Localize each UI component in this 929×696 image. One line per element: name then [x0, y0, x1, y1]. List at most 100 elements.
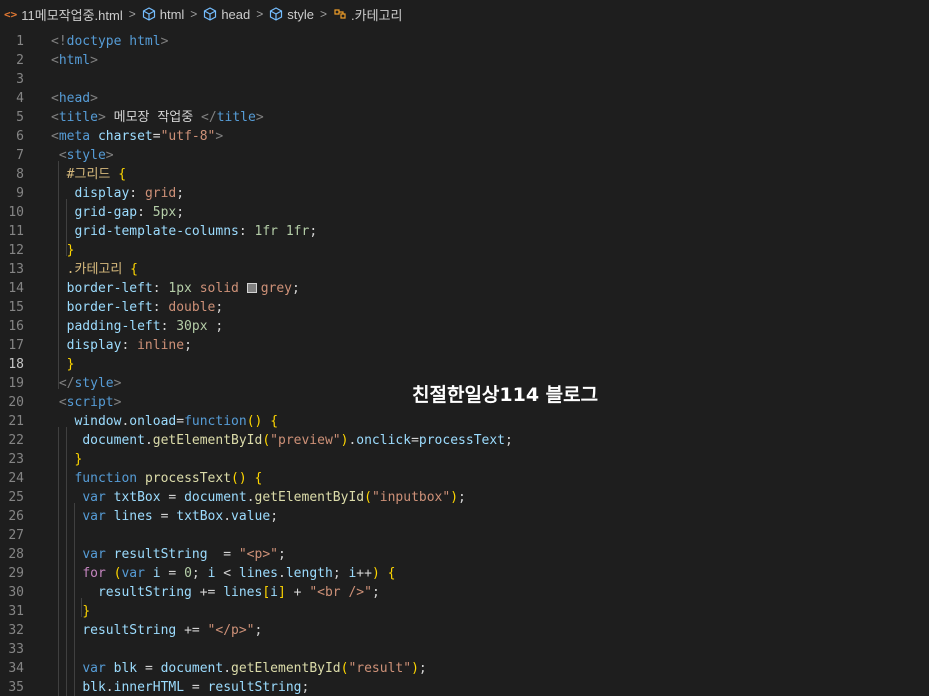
line-number: 34: [8, 661, 24, 676]
chevron-right-icon: >: [190, 7, 198, 21]
line-number: 21: [8, 414, 24, 429]
line-number: 16: [8, 319, 24, 334]
code-line[interactable]: 17 display: inline;: [0, 336, 929, 355]
code-line[interactable]: 6 <meta charset="utf-8">: [0, 127, 929, 146]
code-line[interactable]: 8 #그리드 {: [0, 165, 929, 184]
code-line[interactable]: 9 display: grid;: [0, 184, 929, 203]
code-text: <!doctype html>: [51, 34, 169, 49]
line-number: 22: [8, 433, 24, 448]
line-number: 11: [8, 224, 24, 239]
code-text: }: [74, 452, 83, 467]
code-text: function processText() {: [74, 471, 263, 486]
code-line[interactable]: 30 resultString += lines[i] + "<br />";: [0, 583, 929, 602]
line-number: 13: [8, 262, 24, 277]
line-number: 15: [8, 300, 24, 315]
code-line[interactable]: 32 resultString += "</p>";: [0, 621, 929, 640]
line-number: 31: [8, 604, 24, 619]
code-line[interactable]: 23 }: [0, 450, 929, 469]
code-text: </style>: [58, 376, 122, 391]
code-line[interactable]: 16 padding-left: 30px ;: [0, 317, 929, 336]
code-line[interactable]: 2 <html>: [0, 51, 929, 70]
code-text: var blk = document.getElementById("resul…: [82, 661, 427, 676]
breadcrumb-file[interactable]: <> 11메모작업중.html: [4, 5, 123, 24]
line-number: 4: [16, 91, 24, 106]
code-line[interactable]: 14 border-left: 1px solid grey;: [0, 279, 929, 298]
line-number: 28: [8, 547, 24, 562]
code-text: var txtBox = document.getElementById("in…: [82, 490, 466, 505]
line-number: 10: [8, 205, 24, 220]
code-line[interactable]: 28 var resultString = "<p>";: [0, 545, 929, 564]
cube-icon: [142, 7, 155, 21]
cube-icon: [204, 7, 217, 21]
breadcrumb-item-label: head: [221, 6, 251, 22]
line-number: 27: [8, 528, 24, 543]
code-line[interactable]: 4 <head>: [0, 89, 929, 108]
line-number: 24: [8, 471, 24, 486]
breadcrumb-item-style[interactable]: style: [269, 7, 314, 22]
line-number: 1: [16, 34, 24, 49]
chevron-right-icon: >: [319, 7, 327, 21]
code-text: grid-gap: 5px;: [74, 205, 185, 220]
code-text: border-left: double;: [66, 300, 224, 315]
code-line[interactable]: 33: [0, 640, 929, 659]
code-editor[interactable]: 1 <!doctype html> 2 <html> 3 4 <head> 5 <title> …: [0, 28, 929, 696]
code-text: grid-template-columns: 1fr 1fr;: [74, 224, 318, 239]
code-line[interactable]: 7 <style>: [0, 146, 929, 165]
code-line[interactable]: 31 }: [0, 602, 929, 621]
code-text: <script>: [58, 395, 122, 410]
code-text: blk.innerHTML = resultString;: [82, 680, 310, 695]
code-line[interactable]: 26 var lines = txtBox.value;: [0, 507, 929, 526]
line-number: 23: [8, 452, 24, 467]
blog-watermark: 친절한일상114 블로그: [412, 384, 599, 406]
code-line[interactable]: 15 border-left: double;: [0, 298, 929, 317]
code-text: }: [82, 604, 91, 619]
line-number: 29: [8, 566, 24, 581]
color-swatch-icon[interactable]: [246, 283, 257, 293]
line-number: 30: [8, 585, 24, 600]
code-line[interactable]: 1 <!doctype html>: [0, 32, 929, 51]
code-text: var resultString = "<p>";: [82, 547, 286, 562]
code-line[interactable]: 35 blk.innerHTML = resultString;: [0, 678, 929, 696]
code-text: }: [66, 357, 75, 372]
code-text: window.onload=function() {: [74, 414, 279, 429]
breadcrumb-item-head[interactable]: head: [203, 7, 250, 22]
code-line[interactable]: 3: [0, 70, 929, 89]
code-line[interactable]: 18 }: [0, 355, 929, 374]
code-text: resultString += lines[i] + "<br />";: [97, 585, 380, 600]
code-text: <title> 메모장 작업중 </title>: [51, 110, 264, 125]
code-text: document.getElementById("preview").oncli…: [82, 433, 513, 448]
code-text: #그리드 {: [66, 167, 127, 182]
breadcrumb-item-symbol[interactable]: .카테고리: [333, 5, 402, 24]
code-text: <style>: [58, 148, 114, 163]
code-line[interactable]: 25 var txtBox = document.getElementById(…: [0, 488, 929, 507]
code-line[interactable]: 5 <title> 메모장 작업중 </title>: [0, 108, 929, 127]
breadcrumb-file-label: 11메모작업중.html: [21, 7, 123, 23]
code-text: .카테고리 {: [66, 262, 138, 277]
code-line[interactable]: 11 grid-template-columns: 1fr 1fr;: [0, 222, 929, 241]
line-number: 3: [16, 72, 24, 87]
code-line[interactable]: 27: [0, 526, 929, 545]
line-number: 32: [8, 623, 24, 638]
symbol-class-icon: [334, 9, 346, 19]
code-line[interactable]: 21 window.onload=function() {: [0, 412, 929, 431]
breadcrumb-item-html[interactable]: html: [142, 7, 184, 22]
code-line[interactable]: 24 function processText() {: [0, 469, 929, 488]
code-text: }: [66, 243, 75, 258]
line-number: 6: [16, 129, 24, 144]
line-number: 33: [8, 642, 24, 657]
code-text: resultString += "</p>";: [82, 623, 263, 638]
code-line[interactable]: 12 }: [0, 241, 929, 260]
code-line[interactable]: 34 var blk = document.getElementById("re…: [0, 659, 929, 678]
breadcrumb-item-label: style: [287, 6, 314, 22]
code-line[interactable]: 22 document.getElementById("preview").on…: [0, 431, 929, 450]
line-number: 7: [16, 148, 24, 163]
code-text: border-left: 1px solid grey;: [66, 281, 300, 296]
code-line[interactable]: 29 for (var i = 0; i < lines.length; i++…: [0, 564, 929, 583]
line-number: 19: [8, 376, 24, 391]
line-number: 8: [16, 167, 24, 182]
line-number: 18: [8, 357, 24, 372]
code-text: var lines = txtBox.value;: [82, 509, 279, 524]
code-line[interactable]: 10 grid-gap: 5px;: [0, 203, 929, 222]
code-text: display: grid;: [74, 186, 185, 201]
code-line[interactable]: 13 .카테고리 {: [0, 260, 929, 279]
